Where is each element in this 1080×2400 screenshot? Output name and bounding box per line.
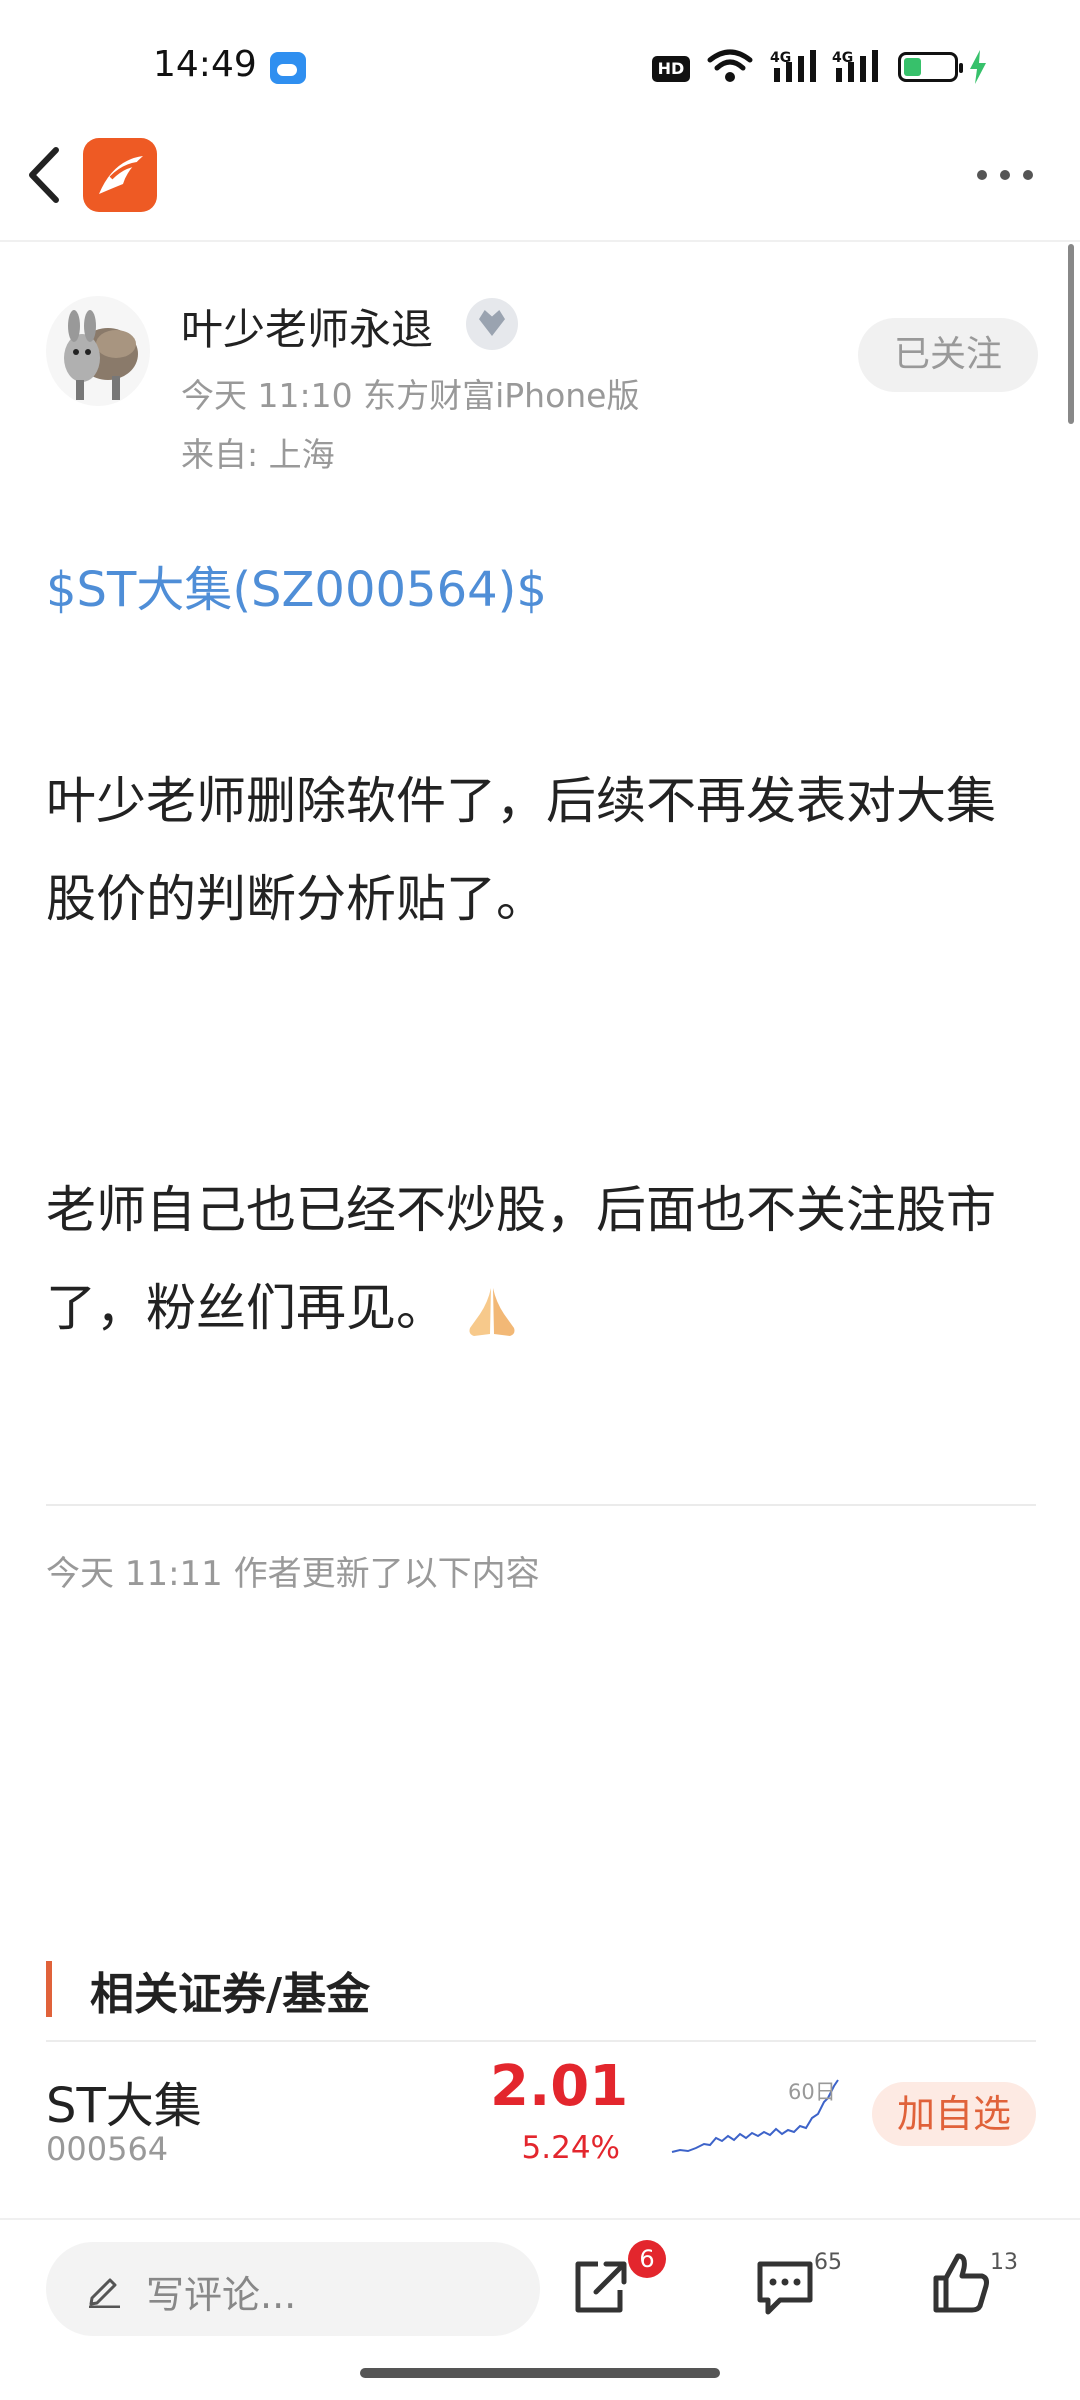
security-price: 2.01	[490, 2054, 629, 2119]
bottom-bar-divider	[0, 2218, 1080, 2220]
security-code: 000564	[46, 2130, 169, 2168]
app-logo[interactable]	[83, 138, 157, 212]
post-paragraph: 叶少老师删除软件了，后续不再发表对大集股价的判断分析贴了。	[46, 772, 996, 928]
security-change: 5.24%	[521, 2130, 620, 2166]
battery-icon	[898, 52, 963, 82]
follow-button[interactable]: 已关注	[858, 318, 1038, 392]
charging-icon	[970, 50, 986, 84]
thumbs-up-icon[interactable]	[930, 2250, 992, 2316]
status-time: 14:49	[153, 44, 257, 85]
add-to-watchlist-button[interactable]: 加自选	[872, 2082, 1036, 2146]
like-count: 13	[990, 2250, 1018, 2275]
related-section-title: 相关证券/基金	[90, 1969, 371, 2020]
security-name[interactable]: ST大集	[46, 2066, 202, 2136]
post-location: 来自: 上海	[181, 435, 335, 474]
comment-icon[interactable]	[754, 2256, 816, 2318]
wifi-icon	[707, 49, 753, 82]
comment-count: 65	[814, 2250, 842, 2275]
home-indicator[interactable]	[360, 2368, 720, 2378]
scroll-indicator[interactable]	[1068, 244, 1074, 424]
content-divider	[46, 1504, 1036, 1506]
section-divider	[46, 2040, 1036, 2042]
chart-period-label: 60日	[788, 2080, 836, 2104]
nav-divider	[0, 240, 1080, 242]
section-accent-bar	[46, 1961, 52, 2017]
share-icon[interactable]	[570, 2256, 632, 2318]
back-icon[interactable]	[24, 146, 64, 204]
share-count-badge: 6	[628, 2240, 666, 2278]
cellular-signal-icon: 4G	[770, 48, 822, 88]
update-note: 今天 11:11 作者更新了以下内容	[46, 1554, 540, 1594]
hd-icon: HD	[652, 56, 690, 82]
comment-placeholder: 写评论...	[146, 2273, 297, 2317]
vip-badge-icon	[466, 298, 518, 350]
praying-hands-icon	[469, 1287, 515, 1336]
more-options-icon[interactable]	[975, 168, 1035, 182]
stock-tag-link[interactable]: $ST大集(SZ000564)$	[46, 550, 547, 620]
post-paragraph-block: 老师自己也已经不炒股，后面也不关注股市了，粉丝们再见。	[46, 1161, 1036, 1357]
cellular-signal-icon: 4G	[832, 48, 884, 88]
post-time-source: 今天 11:10 东方财富iPhone版	[181, 376, 640, 415]
comment-input[interactable]: 写评论...	[46, 2242, 540, 2336]
avatar[interactable]	[46, 296, 150, 406]
pen-icon	[89, 2278, 120, 2308]
post-paragraph: 老师自己也已经不炒股，后面也不关注股市了，粉丝们再见。	[46, 1181, 996, 1337]
weather-icon	[270, 52, 306, 84]
author-name[interactable]: 叶少老师永退	[181, 296, 433, 357]
